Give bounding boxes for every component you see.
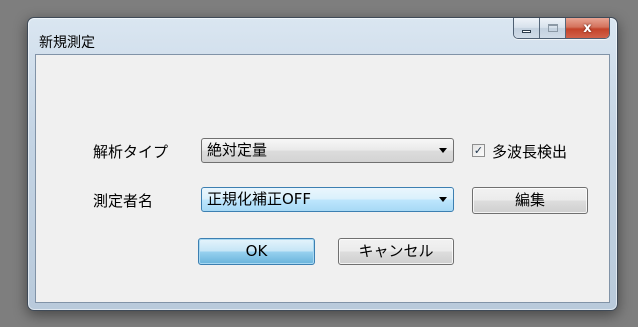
minimize-icon [522,29,531,33]
operator-value: 正規化補正OFF [207,190,312,208]
cancel-button[interactable]: キャンセル [338,238,454,265]
operator-select[interactable]: 正規化補正OFF [201,187,454,212]
window-controls: x [513,18,610,39]
maximize-button[interactable] [540,18,566,38]
checkmark-icon: ✓ [473,144,484,157]
minimize-button[interactable] [514,18,540,38]
analysis-type-select[interactable]: 絶対定量 [201,138,454,163]
multi-wavelength-checkbox[interactable]: ✓ [472,144,485,157]
ok-button[interactable]: OK [198,238,315,265]
multi-wavelength-label[interactable]: 多波長検出 [492,141,567,162]
analysis-type-value: 絶対定量 [207,141,268,159]
maximize-icon [547,24,558,32]
operator-label: 測定者名 [93,192,154,210]
chevron-down-icon [439,197,447,202]
window-title: 新規測定 [39,35,95,51]
close-icon: x [583,20,592,36]
chevron-down-icon [439,148,447,153]
edit-button[interactable]: 編集 [472,187,588,214]
dialog-client-area: 解析タイプ 絶対定量 ✓ 多波長検出 測定者名 正規化補正OFF 編集 OK キ… [35,54,610,303]
dialog-window: 新規測定 x 解析タイプ 絶対定量 ✓ 多波長検出 測定者名 正規化補正OFF … [27,17,618,311]
close-button[interactable]: x [566,18,609,38]
analysis-type-label: 解析タイプ [93,143,169,161]
